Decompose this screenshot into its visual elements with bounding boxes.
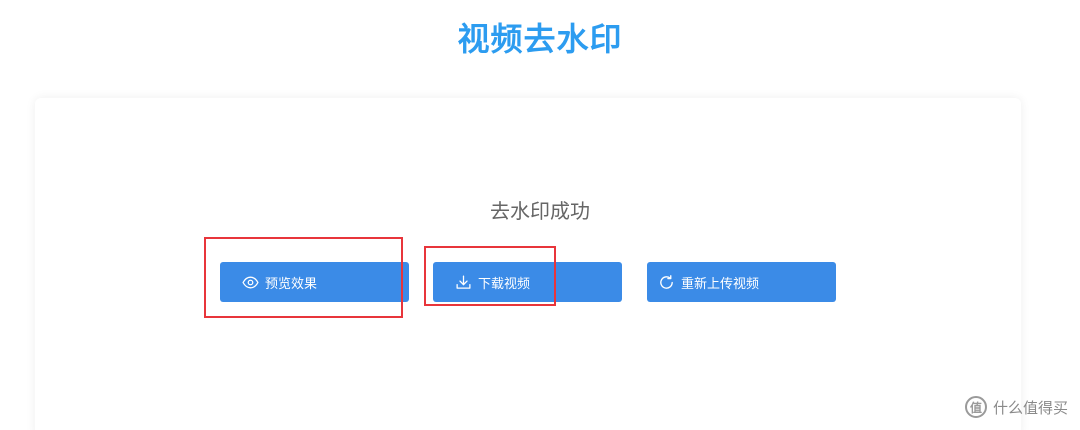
page: 视频去水印 去水印成功 预览效果 下载视频 重新上传视频 值 什么值得买 <box>0 0 1080 430</box>
highlight-box-download <box>424 246 556 306</box>
reupload-button-label: 重新上传视频 <box>681 276 760 292</box>
site-watermark: 值 什么值得买 <box>964 396 1068 418</box>
reupload-button[interactable]: 重新上传视频 <box>647 262 836 302</box>
highlight-box-preview <box>204 237 403 318</box>
watermark-logo-icon: 值 <box>964 396 987 418</box>
refresh-icon <box>660 274 673 289</box>
page-title: 视频去水印 <box>457 20 623 58</box>
status-text: 去水印成功 <box>490 199 590 223</box>
watermark-text: 什么值得买 <box>992 398 1068 417</box>
